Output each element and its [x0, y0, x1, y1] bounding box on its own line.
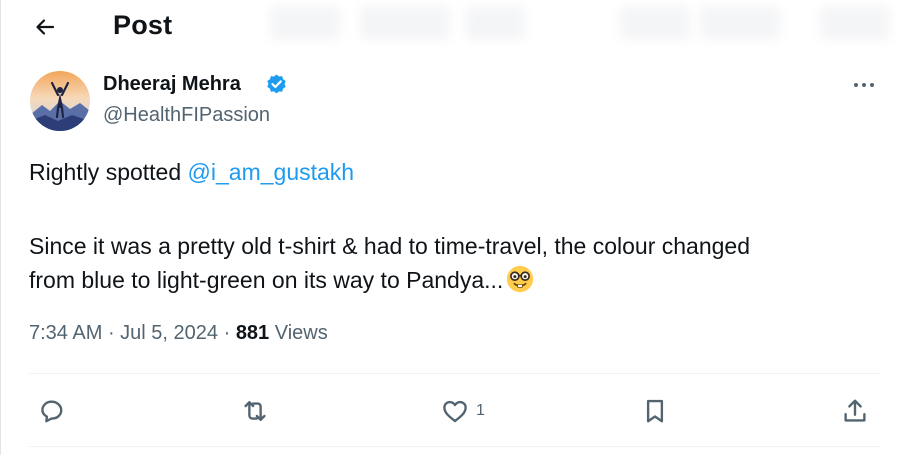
repost-icon [244, 401, 266, 421]
tweet-line-2: Since it was a pretty old t-shirt & had … [29, 233, 751, 259]
back-button[interactable] [28, 10, 62, 44]
bookmark-icon [646, 399, 664, 423]
tweet-line-1: Rightly spotted @i_am_gustakh [29, 155, 879, 189]
reply-icon [41, 400, 63, 423]
like-count: 1 [476, 402, 485, 419]
repost-button[interactable] [240, 395, 270, 427]
share-button[interactable] [840, 395, 870, 427]
more-options-button[interactable] [846, 73, 882, 97]
nerd-face-emoji [507, 265, 534, 293]
more-dots-icon [854, 83, 874, 87]
heart-icon [443, 400, 467, 423]
tweet-text-prefix: Rightly spotted [29, 159, 188, 185]
tweet-line-3: from blue to light-green on its way to P… [29, 263, 879, 297]
meta-separator: · [218, 322, 236, 344]
views-count: 881 [235, 322, 270, 344]
tweet-meta: 7:34 AM · Jul 5, 2024 · 881 Views [29, 322, 328, 345]
meta-separator: · [102, 322, 121, 344]
reply-button[interactable] [37, 395, 67, 427]
obscured-region [700, 6, 780, 40]
mention-link[interactable]: @i_am_gustakh [188, 159, 355, 185]
obscured-region [465, 6, 525, 40]
divider [29, 373, 880, 374]
obscured-region [820, 6, 890, 40]
share-icon [844, 399, 866, 422]
column-border [0, 0, 1, 455]
arrow-left-icon [36, 19, 55, 35]
tweet-date[interactable]: Jul 5, 2024 [120, 322, 218, 344]
tweet-time[interactable]: 7:34 AM [29, 322, 102, 344]
tweet-line-3-text: from blue to light-green on its way to P… [29, 267, 504, 293]
divider [29, 446, 880, 447]
page-title: Post [113, 10, 173, 40]
obscured-region [360, 6, 450, 40]
like-button[interactable]: 1 [440, 395, 485, 427]
obscured-region [620, 6, 690, 40]
views-label: Views [274, 322, 328, 344]
obscured-region [270, 6, 340, 40]
avatar-image [30, 71, 90, 131]
author-handle[interactable]: @HealthFIPassion [103, 104, 270, 127]
post-header: Post [0, 0, 899, 52]
verified-badge-icon[interactable] [265, 73, 288, 96]
avatar[interactable] [30, 71, 90, 131]
bookmark-button[interactable] [640, 395, 670, 427]
tweet-text: Rightly spotted @i_am_gustakh Since it w… [29, 155, 879, 297]
author-name[interactable]: Dheeraj Mehra [103, 73, 241, 96]
